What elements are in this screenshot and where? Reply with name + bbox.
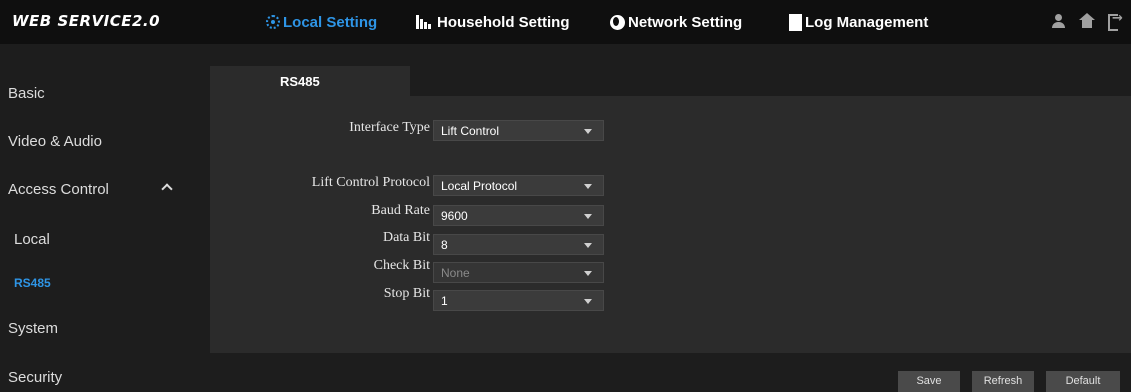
stop-bit-value: 1 [441, 294, 448, 308]
baud-rate-label: Baud Rate [371, 203, 430, 218]
refresh-button[interactable]: Refresh [972, 371, 1034, 392]
lift-control-protocol-select[interactable]: Local Protocol [433, 175, 604, 196]
home-icon[interactable] [1079, 13, 1095, 29]
stop-bit-select[interactable]: 1 [433, 290, 604, 311]
sidebar-item-system[interactable]: System [8, 320, 58, 337]
interface-type-value: Lift Control [441, 124, 500, 138]
dropdown-arrow-icon [584, 129, 592, 134]
dropdown-arrow-icon [584, 243, 592, 248]
sidebar: Basic Video & Audio Access Control Local… [0, 44, 210, 392]
data-bit-label: Data Bit [382, 230, 430, 245]
brand-logo: WEB SERVICE2.0 [12, 12, 161, 30]
dropdown-arrow-icon [584, 184, 592, 189]
dropdown-arrow-icon [584, 299, 592, 304]
header-icons [1051, 11, 1123, 31]
lift-control-protocol-label: Lift Control Protocol [311, 175, 430, 190]
household-icon [416, 15, 434, 29]
sidebar-item-video-audio[interactable]: Video & Audio [8, 133, 102, 150]
sidebar-item-rs485[interactable]: RS485 [14, 276, 51, 290]
nav-household-setting-label: Household Setting [437, 13, 570, 31]
sidebar-item-security[interactable]: Security [8, 369, 62, 386]
tab-rs485-label: RS485 [280, 74, 320, 89]
interface-type-select[interactable]: Lift Control [433, 120, 604, 141]
logout-icon[interactable] [1107, 11, 1123, 31]
data-bit-value: 8 [441, 238, 448, 252]
user-icon[interactable] [1051, 13, 1067, 29]
nav-local-setting-label: Local Setting [283, 13, 378, 31]
nav-log-management[interactable]: Log Management [789, 9, 928, 35]
tab-rs485[interactable]: RS485 [210, 66, 410, 96]
check-bit-select: None [433, 262, 604, 283]
interface-type-label: Interface Type [349, 120, 430, 135]
default-button[interactable]: Default [1046, 371, 1120, 392]
baud-rate-select[interactable]: 9600 [433, 205, 604, 226]
nav-log-management-label: Log Management [805, 13, 929, 31]
globe-icon [610, 14, 625, 30]
nav-household-setting[interactable]: Household Setting [416, 9, 570, 35]
sidebar-item-local[interactable]: Local [14, 231, 50, 248]
lift-control-protocol-value: Local Protocol [441, 179, 518, 193]
nav-local-setting[interactable]: Local Setting [266, 9, 377, 35]
settings-panel [210, 96, 1131, 353]
log-icon [789, 13, 802, 31]
gear-icon [266, 15, 280, 29]
nav-network-setting-label: Network Setting [628, 13, 743, 31]
baud-rate-value: 9600 [441, 209, 468, 223]
save-button[interactable]: Save [898, 371, 960, 392]
sidebar-item-access-control[interactable]: Access Control [8, 181, 109, 198]
dropdown-arrow-icon [584, 214, 592, 219]
sidebar-item-basic[interactable]: Basic [8, 85, 45, 102]
dropdown-arrow-icon [584, 271, 592, 276]
nav-network-setting[interactable]: Network Setting [610, 9, 742, 35]
data-bit-select[interactable]: 8 [433, 234, 604, 255]
chevron-up-icon[interactable] [161, 183, 173, 195]
check-bit-label: Check Bit [373, 258, 430, 273]
top-navigation-bar: WEB SERVICE2.0 Local Setting Household S… [0, 0, 1131, 44]
check-bit-value: None [441, 266, 470, 280]
stop-bit-label: Stop Bit [383, 286, 430, 301]
